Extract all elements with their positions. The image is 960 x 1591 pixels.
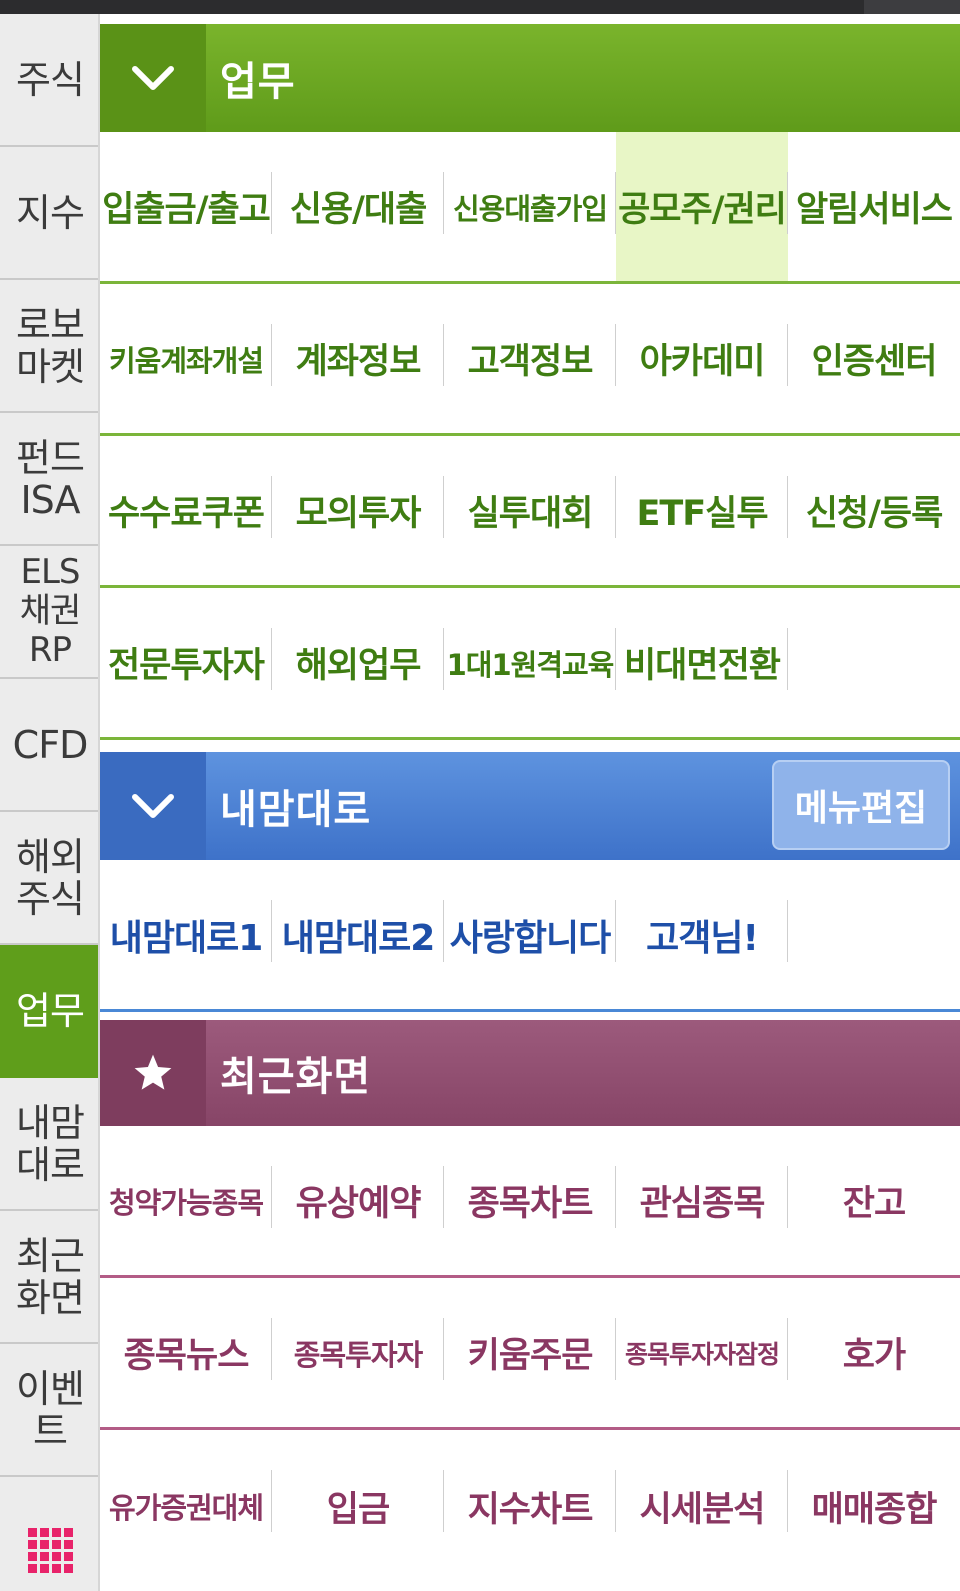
menu-item-watchlist[interactable]: 관심종목 [616, 1126, 788, 1275]
section-header-recent[interactable]: 최근화면 [100, 1020, 960, 1126]
menu-item-stock-chart[interactable]: 종목차트 [444, 1126, 616, 1275]
menu-row: 입출금/출고 신용/대출 신용대출가입 공모주/권리 알림서비스 [100, 132, 960, 284]
menu-item-remote-education[interactable]: 1대1원격교육 [444, 588, 616, 737]
menu-item-balance[interactable]: 잔고 [788, 1126, 960, 1275]
menu-item-investor-prelim[interactable]: 종목투자자잠정 [616, 1278, 788, 1427]
sidebar-item-label: 로보 마켓 [16, 302, 85, 389]
menu-row: 유가증권대체 입금 지수차트 시세분석 매매종합 [100, 1430, 960, 1582]
star-icon [100, 1020, 206, 1126]
menu-item-fee-coupon[interactable]: 수수료쿠폰 [100, 436, 272, 585]
menu-item-quote[interactable]: 호가 [788, 1278, 960, 1427]
menu-item-custom-4[interactable]: 고객님! [616, 860, 788, 1009]
menu-row: 수수료쿠폰 모의투자 실투대회 ETF실투 신청/등록 [100, 436, 960, 588]
grid-icon [27, 1528, 73, 1573]
sidebar-item-label: 지수 [16, 190, 85, 235]
sidebar-item-robo-market[interactable]: 로보 마켓 [0, 280, 100, 413]
sidebar-item-label: 펀드 ISA [16, 435, 85, 522]
sidebar-item-stock[interactable]: 주식 [0, 14, 100, 147]
menu-item-account-info[interactable]: 계좌정보 [272, 284, 444, 433]
menu-row: 청약가능종목 유상예약 종목차트 관심종목 잔고 [100, 1126, 960, 1278]
menu-item-empty [788, 588, 960, 737]
menu-item-credit-loan-signup[interactable]: 신용대출가입 [444, 132, 616, 281]
menu-item-apply-register[interactable]: 신청/등록 [788, 436, 960, 585]
menu-item-custom-3[interactable]: 사랑합니다 [444, 860, 616, 1009]
status-bar-shade [864, 0, 960, 14]
sidebar-item-fund-isa[interactable]: 펀드 ISA [0, 413, 100, 546]
menu-item-customer-info[interactable]: 고객정보 [444, 284, 616, 433]
menu-item-ipo-rights[interactable]: 공모주/권리 [616, 132, 788, 281]
menu-item-overseas-work[interactable]: 해외업무 [272, 588, 444, 737]
menu-item-securities-transfer[interactable]: 유가증권대체 [100, 1430, 272, 1582]
menu-item-credit-loan[interactable]: 신용/대출 [272, 132, 444, 281]
sidebar-item-label: 이벤트 [16, 1366, 85, 1453]
section-title: 업무 [220, 59, 296, 105]
section-header-work[interactable]: 업무 [100, 24, 960, 132]
sidebar-item-label: CFD [12, 722, 89, 767]
menu-item-alert-service[interactable]: 알림서비스 [788, 132, 960, 281]
menu-item-etf-real[interactable]: ETF실투 [616, 436, 788, 585]
menu-item-kiwoom-order[interactable]: 키움주문 [444, 1278, 616, 1427]
menu-item-cert-center[interactable]: 인증센터 [788, 284, 960, 433]
sidebar-item-label: 주식 [16, 57, 85, 102]
sidebar-item-event[interactable]: 이벤트 [0, 1344, 100, 1477]
sidebar: 주식 지수 로보 마켓 펀드 ISA ELS 채권 RP CFD 해외 주식 업… [0, 14, 100, 1591]
menu-item-custom-1[interactable]: 내맘대로1 [100, 860, 272, 1009]
menu-item-mock-invest[interactable]: 모의투자 [272, 436, 444, 585]
menu-item-paid-reserve[interactable]: 유상예약 [272, 1126, 444, 1275]
sidebar-item-all-menu[interactable] [0, 1477, 100, 1591]
menu-item-empty [788, 860, 960, 1009]
menu-item-real-contest[interactable]: 실투대회 [444, 436, 616, 585]
menu-item-custom-2[interactable]: 내맘대로2 [272, 860, 444, 1009]
menu-item-subscribable[interactable]: 청약가능종목 [100, 1126, 272, 1275]
menu-item-academy[interactable]: 아카데미 [616, 284, 788, 433]
section-title: 내맘대로 [220, 787, 372, 833]
sidebar-item-label: ELS 채권 RP [19, 552, 82, 670]
status-bar [0, 0, 960, 14]
sidebar-item-label: 최근 화면 [16, 1233, 85, 1320]
menu-item-market-analysis[interactable]: 시세분석 [616, 1430, 788, 1582]
menu-edit-button[interactable]: 메뉴편집 [772, 760, 950, 850]
sidebar-item-work[interactable]: 업무 [0, 945, 100, 1078]
sidebar-item-els-bond-rp[interactable]: ELS 채권 RP [0, 546, 100, 679]
menu-row: 내맘대로1 내맘대로2 사랑합니다 고객님! [100, 860, 960, 1012]
section-header-custom[interactable]: 내맘대로 메뉴편집 [100, 752, 960, 860]
menu-row: 종목뉴스 종목투자자 키움주문 종목투자자잠정 호가 [100, 1278, 960, 1430]
menu-item-deposit[interactable]: 입금 [272, 1430, 444, 1582]
menu-item-index-chart[interactable]: 지수차트 [444, 1430, 616, 1582]
menu-item-stock-investor[interactable]: 종목투자자 [272, 1278, 444, 1427]
menu-item-pro-investor[interactable]: 전문투자자 [100, 588, 272, 737]
menu-item-stock-news[interactable]: 종목뉴스 [100, 1278, 272, 1427]
sidebar-item-recent[interactable]: 최근 화면 [0, 1211, 100, 1344]
chevron-down-icon[interactable] [100, 24, 206, 132]
menu-row: 키움계좌개설 계좌정보 고객정보 아카데미 인증센터 [100, 284, 960, 436]
menu-item-deposit-withdraw[interactable]: 입출금/출고 [100, 132, 272, 281]
menu-item-open-account[interactable]: 키움계좌개설 [100, 284, 272, 433]
sidebar-item-label: 내맘 대로 [16, 1100, 85, 1187]
section-title: 최근화면 [220, 1054, 372, 1100]
chevron-down-icon[interactable] [100, 752, 206, 860]
sidebar-item-label: 업무 [16, 988, 85, 1033]
menu-item-contactless-switch[interactable]: 비대면전환 [616, 588, 788, 737]
menu-item-trade-summary[interactable]: 매매종합 [788, 1430, 960, 1582]
sidebar-item-cfd[interactable]: CFD [0, 679, 100, 812]
sidebar-item-index[interactable]: 지수 [0, 147, 100, 280]
sidebar-item-label: 해외 주식 [16, 834, 85, 921]
sidebar-item-overseas-stock[interactable]: 해외 주식 [0, 812, 100, 945]
sidebar-item-custom[interactable]: 내맘 대로 [0, 1078, 100, 1211]
menu-row: 전문투자자 해외업무 1대1원격교육 비대면전환 [100, 588, 960, 740]
